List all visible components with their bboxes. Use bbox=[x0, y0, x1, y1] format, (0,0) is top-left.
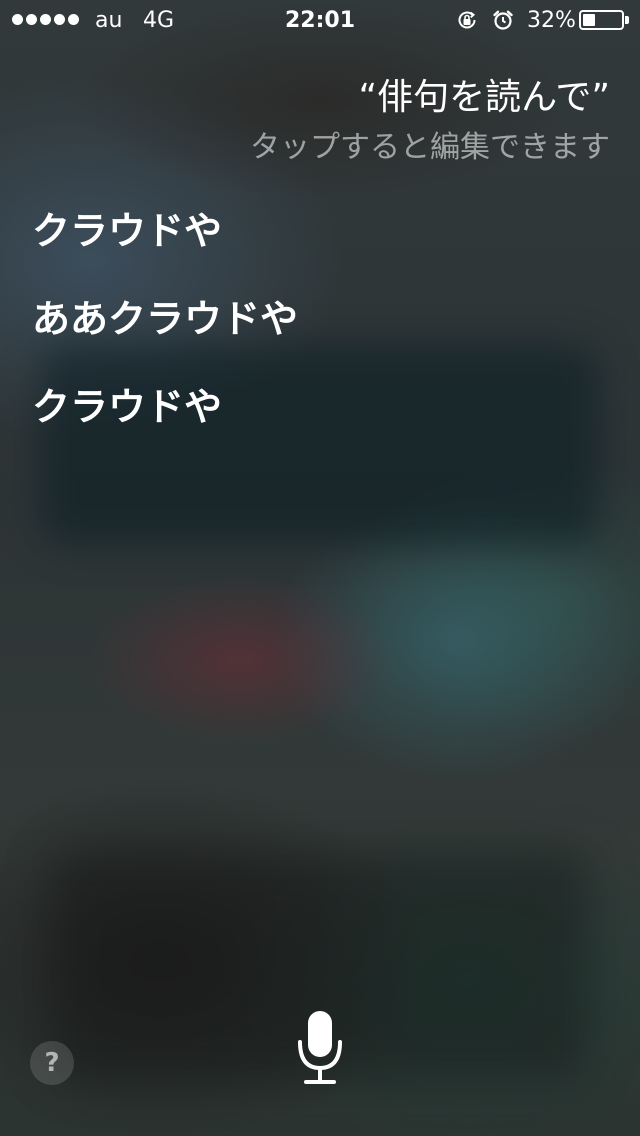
battery-tip bbox=[625, 16, 629, 24]
help-button[interactable]: ? bbox=[30, 1041, 74, 1085]
battery-percent: 32% bbox=[527, 8, 576, 33]
blurred-background-card bbox=[40, 345, 600, 545]
battery-icon bbox=[579, 10, 624, 30]
alarm-icon bbox=[493, 10, 513, 30]
tap-to-edit-hint[interactable]: タップすると編集できます bbox=[250, 122, 610, 166]
siri-query-text[interactable]: “俳句を読んで” bbox=[358, 68, 610, 120]
microphone-icon[interactable] bbox=[296, 1008, 344, 1088]
siri-response-line: クラウドや bbox=[32, 209, 223, 253]
battery-level-fill bbox=[583, 14, 595, 26]
rotation-lock-icon bbox=[458, 11, 476, 29]
siri-response-line: クラウドや bbox=[32, 385, 223, 429]
siri-response-line: ああクラウドや bbox=[32, 297, 299, 341]
status-bar: au 4G 22:01 32% bbox=[0, 0, 640, 40]
